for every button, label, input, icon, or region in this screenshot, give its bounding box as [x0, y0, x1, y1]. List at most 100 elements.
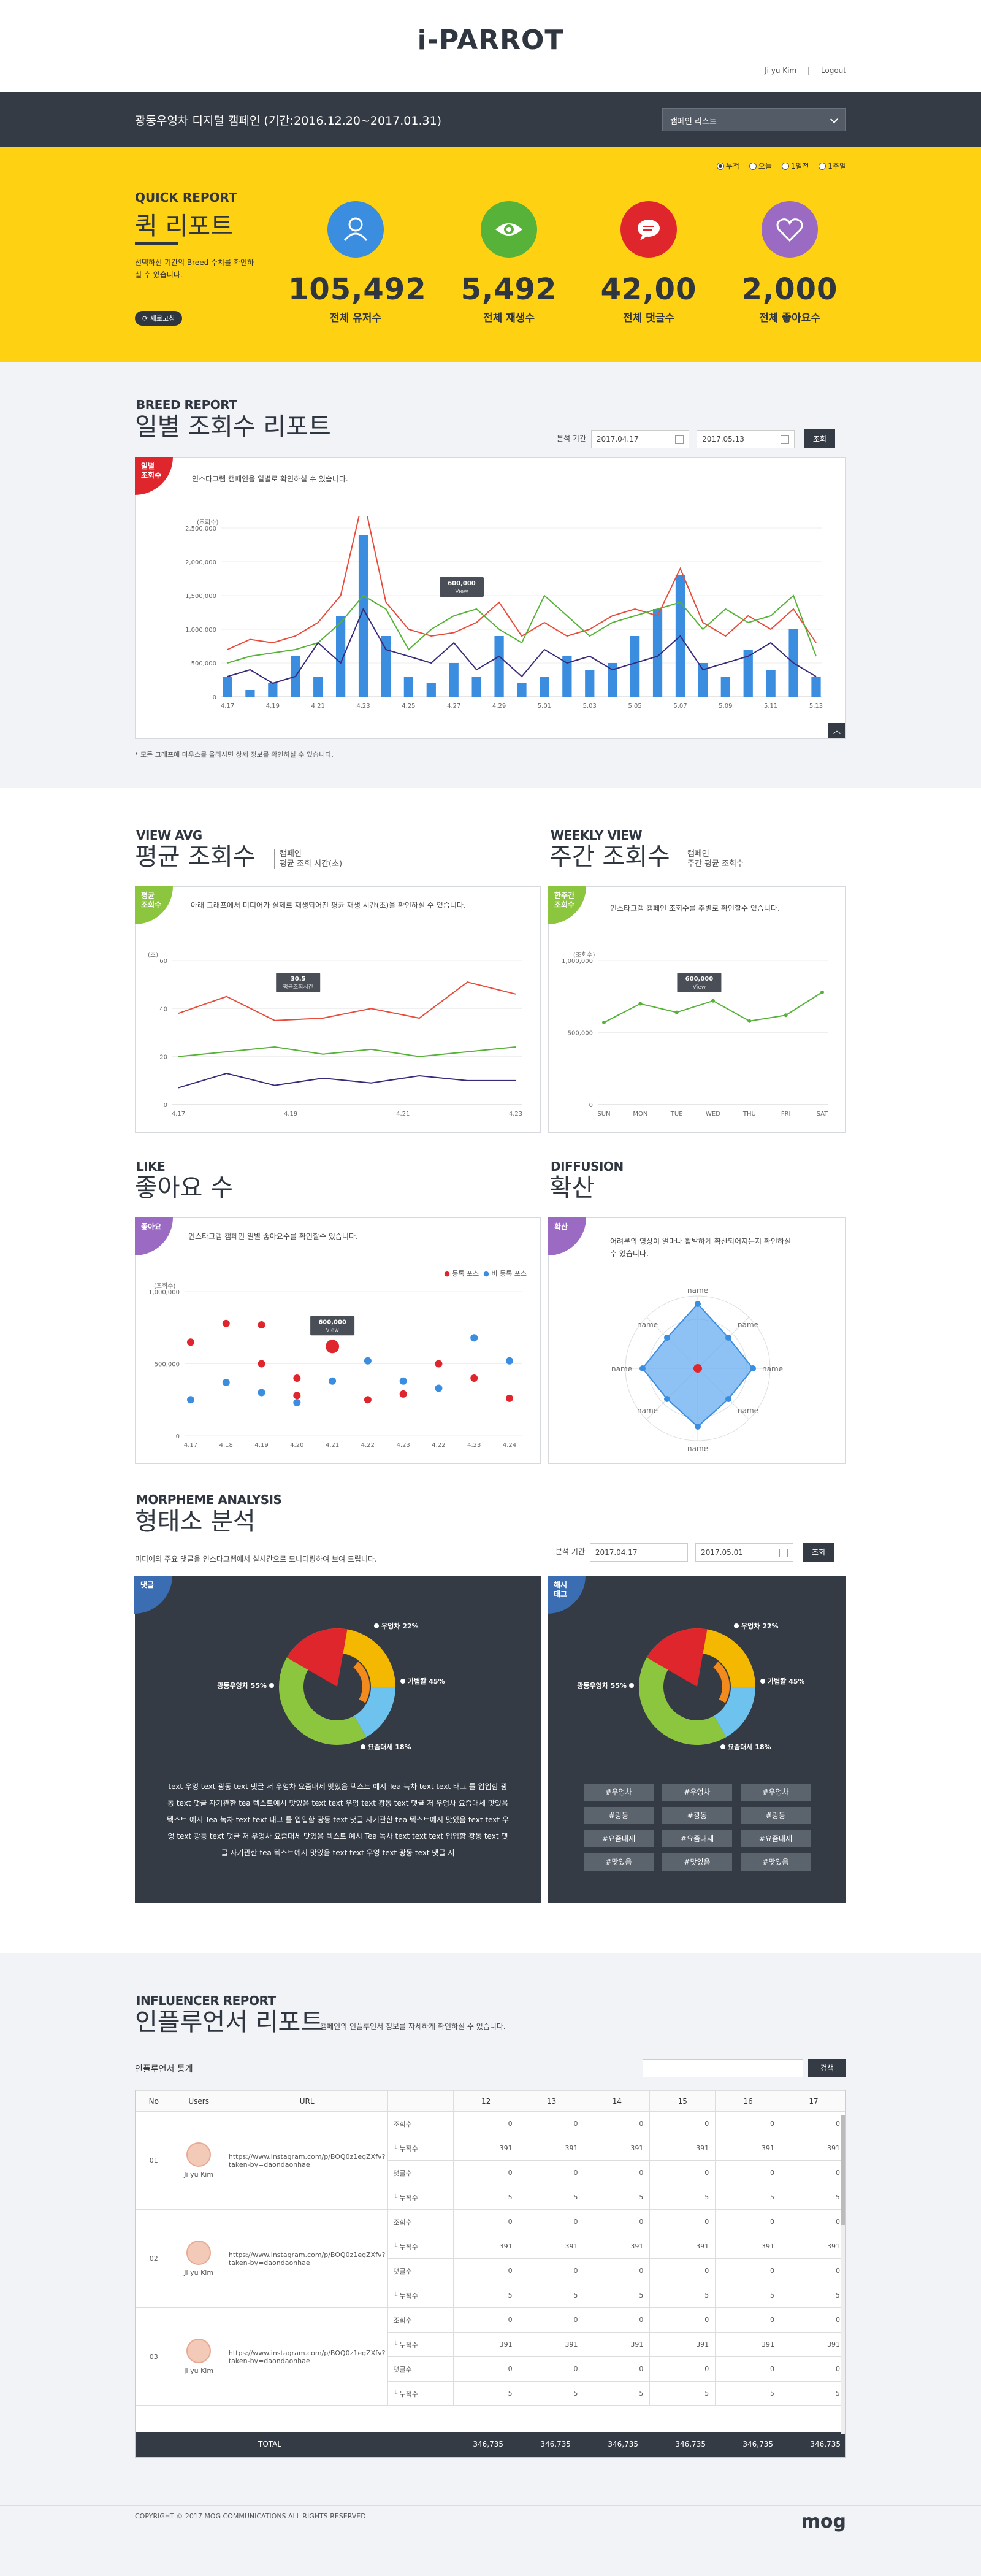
radio-cumulative[interactable]: 누적 — [716, 162, 739, 171]
user-name[interactable]: Ji yu Kim — [765, 66, 796, 75]
hashtag-chip[interactable]: #우엉차 — [662, 1784, 732, 1801]
logout-link[interactable]: Logout — [821, 66, 846, 75]
daily-views-chart[interactable]: (조회수)0500,0001,000,0001,500,0002,000,000… — [172, 516, 834, 718]
infl-search-button[interactable]: 검색 — [808, 2059, 846, 2077]
panel-badge: 좋아요 — [135, 1217, 173, 1255]
scatter-point — [399, 1377, 407, 1385]
column-header[interactable]: URL — [225, 2090, 389, 2112]
table-row: 01 Ji yu Kim https://www.instagram.com/p/B… — [136, 2111, 845, 2210]
hashtag-chip[interactable]: #광동 — [584, 1807, 654, 1824]
column-header[interactable]: 14 — [584, 2090, 651, 2112]
hashtag-chip[interactable]: #요즘대세 — [584, 1830, 654, 1847]
column-header[interactable]: 17 — [781, 2090, 845, 2112]
panel-desc: 인스타그램 캠페인 조회수를 주별로 확인할수 있습니다. — [610, 904, 780, 913]
metric-value: 0 — [781, 2307, 845, 2333]
bar — [517, 683, 527, 697]
series-line — [178, 1046, 516, 1057]
x-tick-label: SAT — [817, 1111, 829, 1117]
column-header[interactable]: 13 — [518, 2090, 585, 2112]
start-date-input[interactable]: 2017.04.17 — [590, 429, 689, 448]
column-header[interactable]: 15 — [649, 2090, 716, 2112]
column-header[interactable] — [387, 2090, 454, 2112]
hashtag-chip[interactable]: #우엉차 — [741, 1784, 811, 1801]
column-header[interactable]: 12 — [452, 2090, 519, 2112]
avg-title-en: VIEW AVG — [136, 828, 202, 843]
like-panel: 좋아요 인스타그램 캠페인 일별 좋아요수를 확인할수 있습니다. ● 등록 포… — [135, 1217, 541, 1464]
hashtag-chip[interactable]: #맛있음 — [662, 1853, 732, 1871]
scroll-top-button[interactable]: ︿ — [828, 723, 845, 738]
hashtag-chip[interactable]: #우엉차 — [584, 1784, 654, 1801]
weekly-chart[interactable]: (조회수)0500,0001,000,000SUN MON TUE WED THU FRI… — [555, 948, 841, 1126]
like-chart[interactable]: (조회수)0500,0001,000,0004.17 4.18 4.19 4.20 4.… — [142, 1279, 534, 1457]
metric-value: 0 — [584, 2258, 651, 2283]
avg-chart[interactable]: (초) 0 20 40 60 4.17 4.19 4.21 4.23 30.5평균조회시간 — [142, 948, 534, 1126]
x-tick-label: 4.23 — [397, 1442, 410, 1449]
stat-plays: 5,492 전체 재생수 — [441, 201, 576, 324]
hashtag-chip[interactable]: #광동 — [662, 1807, 732, 1824]
app-logo[interactable]: i-PARROT — [0, 25, 981, 56]
avatar[interactable] — [186, 2241, 212, 2265]
user-name[interactable]: Ji yu Kim — [175, 2269, 223, 2277]
metric-label: 댓글수 — [387, 2258, 454, 2283]
infl-search-input[interactable] — [643, 2059, 803, 2077]
radar-label: name — [611, 1365, 632, 1373]
radio-1week[interactable]: 1주일 — [819, 162, 846, 171]
y-tick-label: 500,000 — [155, 1362, 180, 1368]
label-dot — [269, 1683, 274, 1688]
diffusion-radar[interactable]: name name name name name name name name — [606, 1279, 790, 1457]
data-point — [674, 1010, 679, 1014]
table-scrollbar[interactable] — [841, 2115, 845, 2434]
footer: COPYRIGHT © 2017 MOG COMMUNICATIONS ALL … — [0, 2505, 981, 2576]
search-button[interactable]: 조회 — [803, 1543, 834, 1562]
diffusion-panel: 확산 어려분의 영상이 얼마나 활발하게 확산되어지는지 확인하실 수 있습니다… — [548, 1217, 846, 1464]
stat-users: 105,492 전체 유저수 — [288, 201, 426, 324]
metric-value: 5 — [518, 2283, 585, 2308]
scatter-point — [187, 1396, 194, 1404]
column-header[interactable]: No — [136, 2090, 172, 2112]
radio-1day[interactable]: 1일전 — [781, 162, 809, 171]
campaign-select[interactable]: 캠페인 리스트 — [662, 108, 846, 131]
x-tick-label: 4.24 — [503, 1442, 516, 1449]
metric-value: 0 — [584, 2209, 651, 2234]
bar — [811, 677, 821, 697]
search-button[interactable]: 조회 — [804, 429, 836, 448]
slice-label: 가볍칼 45% — [768, 1677, 805, 1685]
hashtag-chip[interactable]: #맛있음 — [584, 1853, 654, 1871]
label-dot — [374, 1623, 379, 1628]
refresh-button[interactable]: ⟳ 새로고침 — [135, 311, 183, 326]
column-header[interactable]: 16 — [715, 2090, 782, 2112]
table-row: 03 Ji yu Kim https://www.instagram.com/p/B… — [136, 2307, 845, 2406]
url-link[interactable]: https://www.instagram.com/p/BOQ0z1egZXfv… — [225, 2209, 389, 2308]
end-date-input[interactable]: 2017.05.13 — [697, 429, 795, 448]
metric-value: 0 — [781, 2356, 845, 2382]
metric-value: 391 — [781, 2332, 845, 2357]
panel-desc: 아래 그래프에서 미디어가 실제로 재생되어진 평균 재생 시간(초)을 확인하… — [191, 901, 466, 910]
hashtag-chip[interactable]: #요즘대세 — [662, 1830, 732, 1847]
scrollbar-thumb[interactable] — [841, 2115, 845, 2225]
metric-value: 0 — [584, 2160, 651, 2185]
hashtag-chip[interactable]: #광동 — [741, 1807, 811, 1824]
row-number: 01 — [136, 2111, 172, 2210]
footer-logo[interactable]: mog — [801, 2511, 846, 2532]
user-icon — [327, 201, 384, 258]
total-value: 346,735 — [810, 2440, 841, 2448]
user-name[interactable]: Ji yu Kim — [175, 2367, 223, 2375]
radio-today[interactable]: 오늘 — [749, 162, 772, 171]
quick-report: 누적 오늘 1일전 1주일 QUICK REPORT 퀵 리포트 선택하신 기간… — [0, 147, 981, 362]
metric-value: 0 — [781, 2160, 845, 2185]
column-header[interactable]: Users — [171, 2090, 226, 2112]
hashtag-chip[interactable]: #맛있음 — [741, 1853, 811, 1871]
avatar[interactable] — [186, 2142, 212, 2167]
campaign-bar: 광동우엉차 디지털 캠페인 (기간:2016.12.20~2017.01.31)… — [0, 92, 981, 147]
series-line — [178, 1073, 516, 1089]
comment-donut-chart[interactable]: 우엉차 22% 가볍칼 45% 요즘대세 18% 광동우엉차 55% — [196, 1601, 478, 1773]
hashtag-donut-chart[interactable]: 우엉차 22% 가볍칼 45% 요즘대세 18% 광동우엉차 55% — [556, 1601, 838, 1773]
url-link[interactable]: https://www.instagram.com/p/BOQ0z1egZXfv… — [225, 2111, 389, 2210]
avatar[interactable] — [186, 2339, 212, 2363]
hashtag-chip[interactable]: #요즘대세 — [741, 1830, 811, 1847]
end-date-input[interactable]: 2017.05.01 — [695, 1543, 794, 1562]
user-name[interactable]: Ji yu Kim — [175, 2171, 223, 2179]
url-link[interactable]: https://www.instagram.com/p/BOQ0z1egZXfv… — [225, 2307, 389, 2406]
metric-value: 0 — [452, 2160, 519, 2185]
start-date-input[interactable]: 2017.04.17 — [589, 1543, 688, 1562]
